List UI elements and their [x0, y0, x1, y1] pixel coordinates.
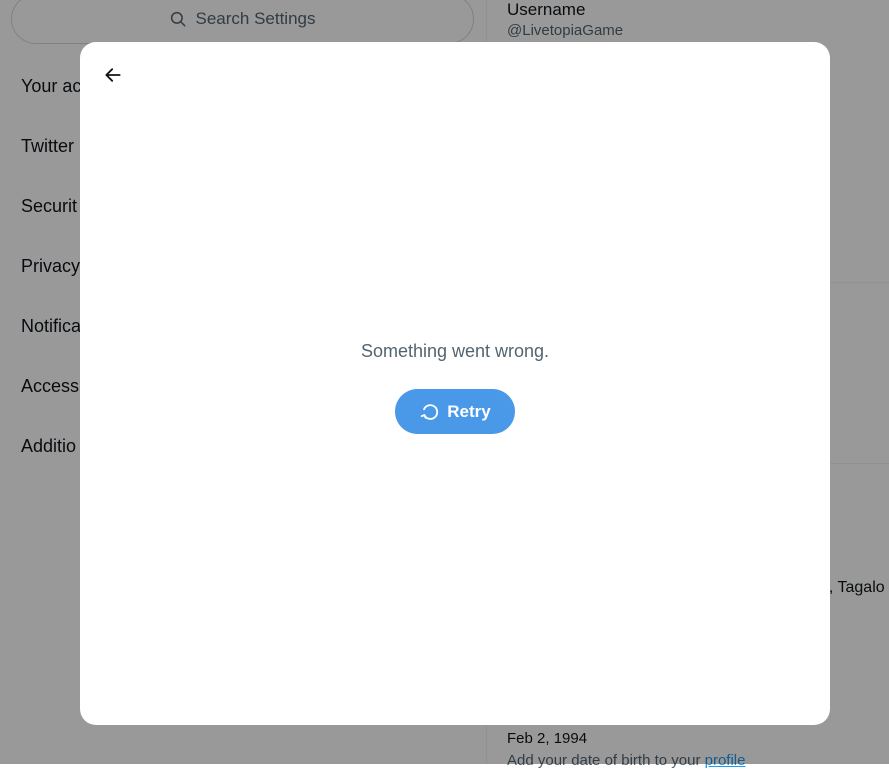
error-modal: Something went wrong. Retry	[80, 42, 830, 725]
retry-label: Retry	[447, 401, 491, 421]
error-message: Something went wrong.	[360, 341, 550, 361]
retry-button[interactable]: Retry	[395, 389, 515, 434]
refresh-icon	[421, 403, 439, 420]
arrow-left-icon	[105, 68, 121, 82]
back-button[interactable]	[96, 58, 130, 92]
